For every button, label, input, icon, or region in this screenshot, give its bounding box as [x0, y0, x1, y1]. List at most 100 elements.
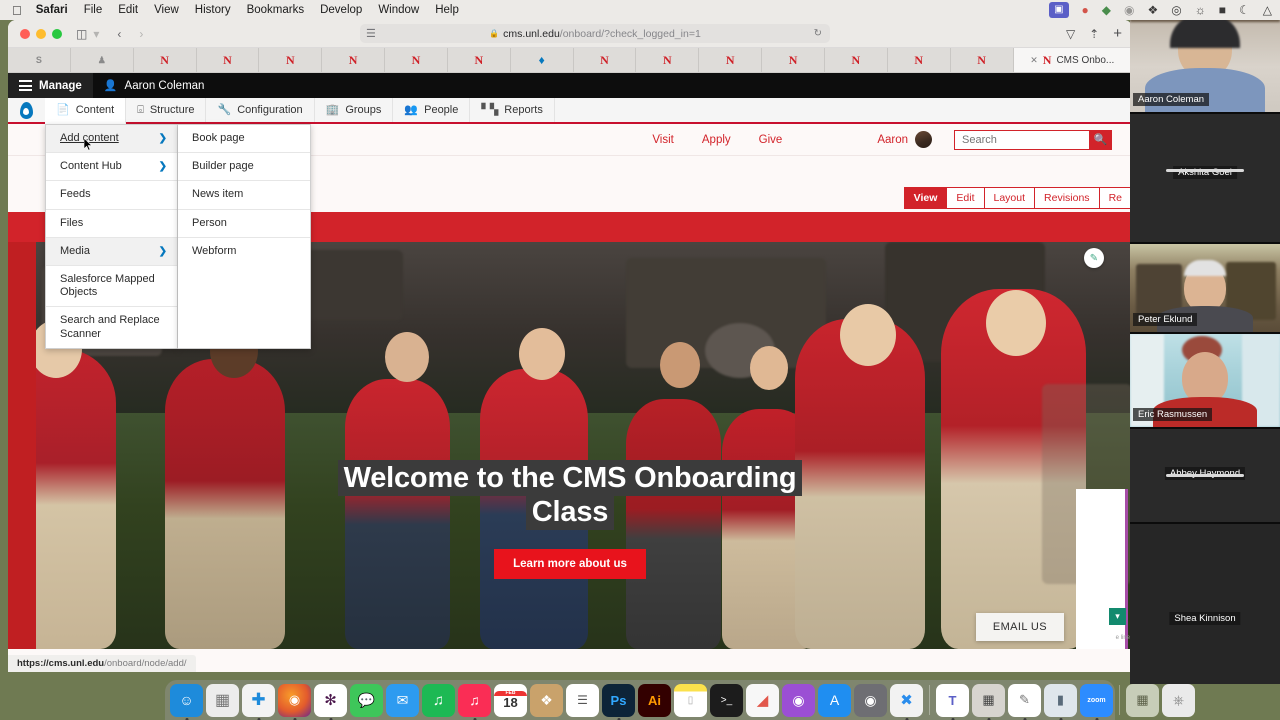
drupal-menu-groups[interactable]: 🏢 Groups — [315, 98, 394, 122]
drupal-logo[interactable] — [8, 98, 45, 122]
sidebar-chevron-down-icon[interactable]: ▾ — [93, 28, 99, 40]
menu-item-media[interactable]: Media ❯ — [46, 237, 177, 266]
node-tab-edit[interactable]: Edit — [946, 187, 984, 209]
submenu-item-builder-page[interactable]: Builder page — [178, 153, 310, 182]
submenu-item-person[interactable]: Person — [178, 210, 310, 238]
new-tab-icon[interactable]: + — [1113, 25, 1122, 42]
timemachine-status-icon[interactable]: ◎ — [1171, 4, 1181, 16]
node-tab-more[interactable]: Re — [1098, 187, 1132, 209]
pencil-icon[interactable]: ✎ — [1084, 248, 1104, 268]
submenu-item-book-page[interactable]: Book page — [178, 125, 310, 154]
wifi-status-icon[interactable]: △ — [1263, 4, 1272, 16]
video-tile-eric-rasmussen[interactable]: Eric Rasmussen — [1130, 334, 1280, 427]
drupal-menu-content[interactable]: 📄 Content — [45, 98, 127, 124]
node-tab-revisions[interactable]: Revisions — [1034, 187, 1099, 209]
location-status-icon[interactable]: ❖ — [1148, 4, 1159, 16]
dock-teams-icon[interactable]: T — [936, 683, 969, 717]
apple-icon[interactable]:  — [12, 4, 22, 17]
drupal-menu-reports[interactable]: ▘▚ Reports — [470, 98, 555, 122]
util-link-give[interactable]: Give — [759, 134, 783, 146]
close-icon[interactable]: ✕ — [1030, 55, 1038, 66]
window-controls[interactable] — [20, 28, 62, 39]
chat-icon[interactable]: ▾ — [1109, 608, 1126, 625]
dock-notes-icon[interactable]: ▯ — [674, 683, 707, 717]
dock-music-icon[interactable]: ♫ — [458, 683, 491, 717]
dock-photos-icon[interactable]: ❖ — [530, 683, 563, 717]
node-tab-view[interactable]: View — [903, 187, 947, 209]
menu-item-content-hub[interactable]: Content Hub ❯ — [46, 153, 177, 182]
video-tile-peter-eklund[interactable]: Peter Eklund — [1130, 244, 1280, 332]
tab-n-13[interactable]: N — [950, 48, 1014, 72]
forward-icon[interactable]: › — [139, 28, 143, 40]
dock-vscode-icon[interactable]: ✖ — [890, 683, 923, 717]
menubar-item-help[interactable]: Help — [435, 4, 459, 16]
dock-sublime-icon[interactable]: ◢ — [746, 683, 779, 717]
tab-n-11[interactable]: N — [824, 48, 888, 72]
close-window-button[interactable] — [20, 28, 30, 39]
dock-slack-icon[interactable]: ✻ — [314, 683, 347, 717]
darkmode-status-icon[interactable]: ☾ — [1239, 4, 1250, 16]
tab-n-5[interactable]: N — [385, 48, 448, 72]
tab-n-4[interactable]: N — [322, 48, 386, 72]
dock-calendar-icon[interactable]: FEB 18 — [494, 683, 527, 717]
tab-n-12[interactable]: N — [887, 48, 951, 72]
tab-n-3[interactable]: N — [259, 48, 323, 72]
battery-status-icon[interactable]: ■ — [1219, 4, 1226, 16]
menu-item-add-content[interactable]: Add content ❯ — [46, 125, 177, 154]
video-tile-akshita-goel[interactable]: Akshita Goel — [1130, 114, 1280, 242]
tab-slack[interactable]: S — [8, 48, 71, 72]
util-link-visit[interactable]: Visit — [652, 134, 674, 146]
dock-trash-icon[interactable]: ⎈ — [1162, 683, 1195, 717]
dock-spotify-icon[interactable]: ♫ — [422, 683, 455, 717]
menubar-item-develop[interactable]: Develop — [320, 4, 362, 16]
dock-appstore-icon[interactable]: A — [818, 683, 851, 717]
dock-podcasts-icon[interactable]: ◉ — [782, 683, 815, 717]
dock-finder-icon[interactable]: ☺ — [170, 683, 203, 717]
menu-item-feeds[interactable]: Feeds — [46, 181, 177, 210]
screen-status-icon[interactable]: ◉ — [1124, 4, 1134, 16]
dock-terminal-icon[interactable]: >_ — [710, 683, 743, 717]
search-input[interactable] — [954, 129, 1089, 150]
bluetooth-status-icon[interactable]: ☼ — [1195, 4, 1206, 16]
share-icon[interactable]: ⇡ — [1089, 27, 1099, 41]
sidebar-toggle-icon[interactable]: ◫ — [76, 28, 87, 40]
search-button[interactable]: 🔍 — [1089, 129, 1112, 150]
tab-n-1[interactable]: N — [133, 48, 197, 72]
hero-cta-button[interactable]: Learn more about us — [494, 548, 646, 579]
dock-settings-icon[interactable]: ◉ — [854, 683, 887, 717]
dock-zoom-icon[interactable]: zoom — [1080, 683, 1113, 717]
drupal-menu-people[interactable]: 👥 People — [393, 98, 471, 122]
submenu-item-news-item[interactable]: News item — [178, 181, 310, 210]
download-icon[interactable]: ▽ — [1066, 27, 1075, 41]
menu-item-salesforce-mapped-objects[interactable]: Salesforce Mapped Objects — [46, 266, 177, 308]
back-icon[interactable]: ‹ — [117, 28, 121, 40]
dock-reminders-icon[interactable]: ☰ — [566, 683, 599, 717]
node-tab-layout[interactable]: Layout — [983, 187, 1035, 209]
dock-safari-icon[interactable]: ✚ — [242, 683, 275, 717]
tab-panda[interactable]: ♟ — [70, 48, 134, 72]
menubar-item-bookmarks[interactable]: Bookmarks — [247, 4, 305, 16]
dock-downloads-stack-icon[interactable]: ▦ — [1126, 683, 1159, 717]
dock-launchpad-icon[interactable]: ▦ — [206, 683, 239, 717]
tab-n-8[interactable]: N — [636, 48, 700, 72]
menubar-item-window[interactable]: Window — [378, 4, 419, 16]
tab-n-2[interactable]: N — [196, 48, 260, 72]
menubar-item-edit[interactable]: Edit — [118, 4, 138, 16]
teams-status-icon[interactable]: ▣ — [1049, 2, 1069, 18]
menubar-item-file[interactable]: File — [84, 4, 103, 16]
reader-view-icon[interactable]: ☰ — [366, 27, 376, 40]
tab-n-6[interactable]: N — [447, 48, 511, 72]
dock-illustrator-icon[interactable]: Ai — [638, 683, 671, 717]
dock-calculator-icon[interactable]: ▦ — [972, 683, 1005, 717]
menubar-item-history[interactable]: History — [195, 4, 231, 16]
drupal-manage-button[interactable]: Manage — [8, 73, 93, 98]
menubar-item-safari[interactable]: Safari — [36, 4, 68, 16]
video-tile-shea-kinnison[interactable]: Shea Kinnison — [1130, 524, 1280, 684]
maximize-window-button[interactable] — [52, 28, 62, 39]
tab-cms-onboarding[interactable]: ✕ N CMS Onbo... — [1013, 48, 1132, 72]
site-user-menu[interactable]: Aaron — [877, 131, 932, 148]
menu-item-search-and-replace-scanner[interactable]: Search and Replace Scanner — [46, 307, 177, 347]
tab-n-10[interactable]: N — [762, 48, 825, 72]
tab-n-9[interactable]: N — [699, 48, 763, 72]
dock-sketchpad-icon[interactable]: ✎ — [1008, 683, 1041, 717]
